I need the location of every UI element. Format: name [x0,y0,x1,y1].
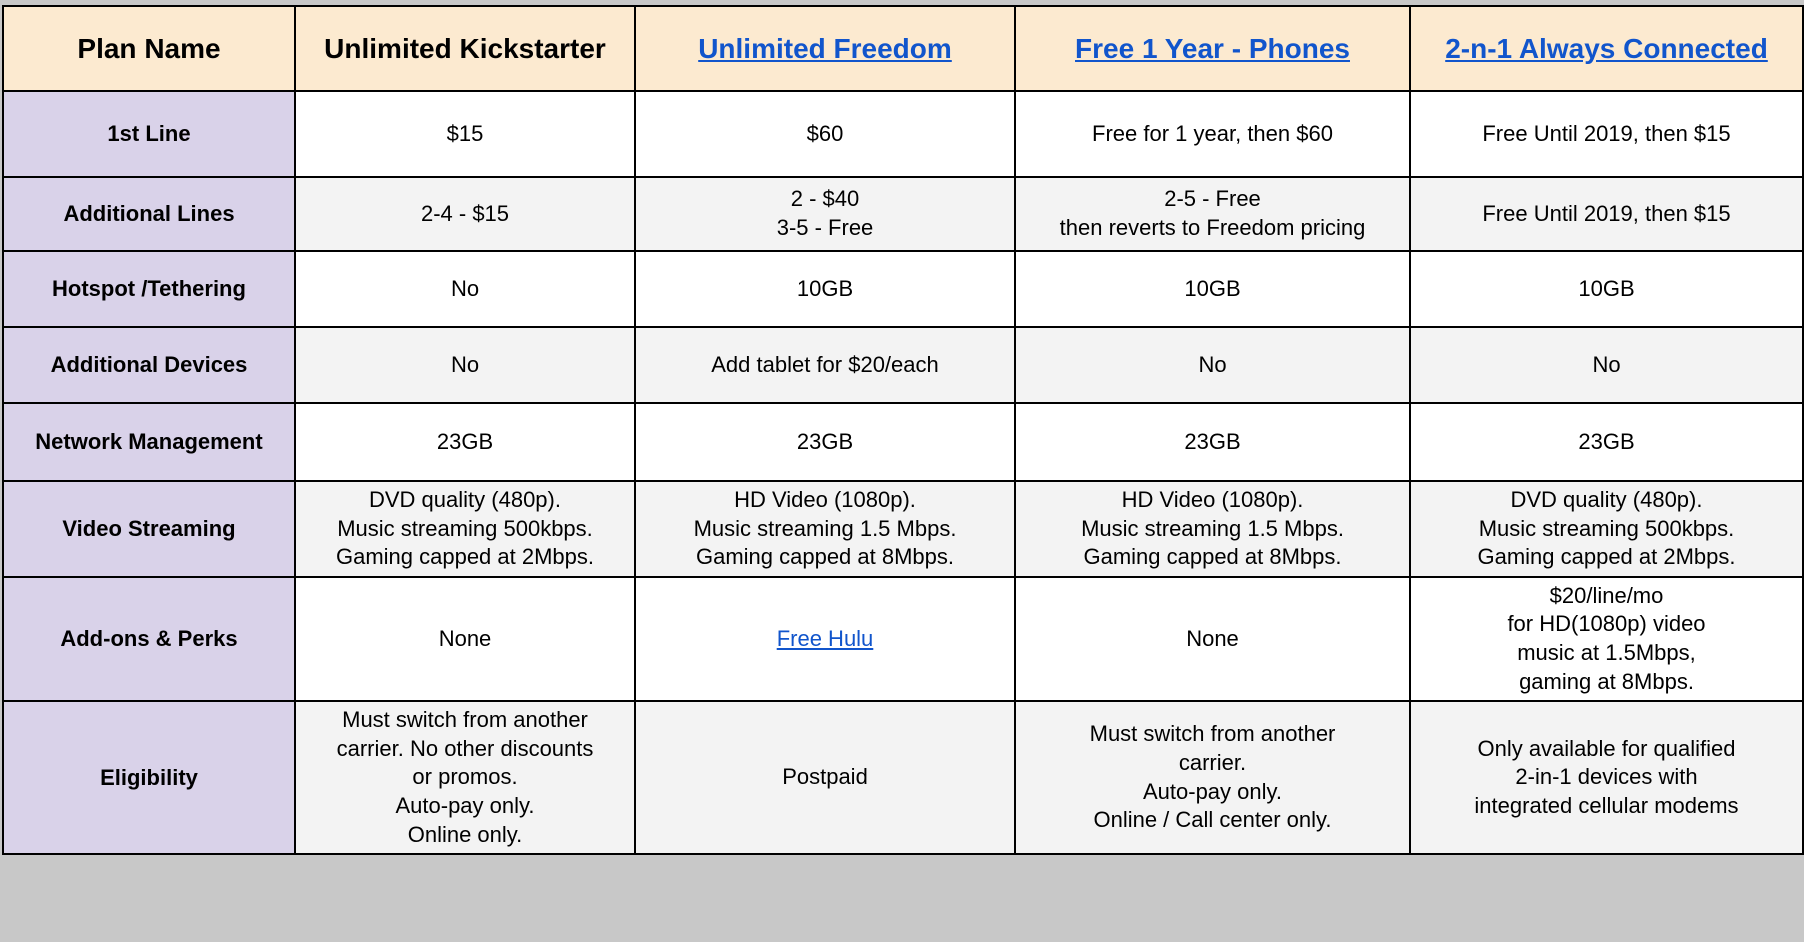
header-plan-name: Plan Name [2,5,296,92]
table-row: Network Management 23GB 23GB 23GB 23GB [2,402,1804,482]
cell-additional-devices-2n1: No [1409,326,1804,404]
cell-hotspot-2n1: 10GB [1409,250,1804,328]
cell-additional-lines-kickstarter: 2-4 - $15 [294,176,636,252]
cell-1st-line-free1year: Free for 1 year, then $60 [1014,90,1411,178]
cell-additional-lines-2n1: Free Until 2019, then $15 [1409,176,1804,252]
cell-additional-lines-free1year: 2-5 - Free then reverts to Freedom prici… [1014,176,1411,252]
free-hulu-link[interactable]: Free Hulu [777,626,874,651]
table-row: Hotspot /Tethering No 10GB 10GB 10GB [2,250,1804,328]
cell-network-2n1: 23GB [1409,402,1804,482]
cell-video-2n1: DVD quality (480p). Music streaming 500k… [1409,480,1804,578]
row-label-network-management: Network Management [2,402,296,482]
cell-hotspot-free1year: 10GB [1014,250,1411,328]
row-label-hotspot-tethering: Hotspot /Tethering [2,250,296,328]
header-plan-1: Unlimited Kickstarter [294,5,636,92]
cell-network-free1year: 23GB [1014,402,1411,482]
cell-addons-free1year: None [1014,575,1411,703]
header-row: Plan Name Unlimited Kickstarter Unlimite… [2,5,1804,92]
row-label-additional-lines: Additional Lines [2,176,296,252]
row-label-1st-line: 1st Line [2,90,296,178]
header-plan-3-link[interactable]: Free 1 Year - Phones [1014,5,1411,92]
row-label-video-streaming: Video Streaming [2,480,296,578]
table-body: 1st Line $15 $60 Free for 1 year, then $… [2,90,1804,856]
spreadsheet-canvas: Plan Name Unlimited Kickstarter Unlimite… [0,0,1804,942]
cell-eligibility-2n1: Only available for qualified 2-in-1 devi… [1409,700,1804,856]
cell-addons-kickstarter: None [294,575,636,703]
cell-hotspot-kickstarter: No [294,250,636,328]
cell-network-kickstarter: 23GB [294,402,636,482]
cell-video-free1year: HD Video (1080p). Music streaming 1.5 Mb… [1014,480,1411,578]
row-label-addons-perks: Add-ons & Perks [2,575,296,703]
row-label-eligibility: Eligibility [2,700,296,856]
plan-comparison-table: Plan Name Unlimited Kickstarter Unlimite… [2,5,1804,856]
table-row: Add-ons & Perks None Free Hulu None $20/… [2,575,1804,703]
table-row: Eligibility Must switch from another car… [2,700,1804,856]
cell-additional-devices-free1year: No [1014,326,1411,404]
table-header: Plan Name Unlimited Kickstarter Unlimite… [2,5,1804,92]
row-label-additional-devices: Additional Devices [2,326,296,404]
cell-eligibility-kickstarter: Must switch from another carrier. No oth… [294,700,636,856]
table-row: Additional Devices No Add tablet for $20… [2,326,1804,404]
header-plan-2-link[interactable]: Unlimited Freedom [634,5,1016,92]
cell-1st-line-2n1: Free Until 2019, then $15 [1409,90,1804,178]
table-row: Additional Lines 2-4 - $15 2 - $40 3-5 -… [2,176,1804,252]
cell-1st-line-kickstarter: $15 [294,90,636,178]
cell-eligibility-freedom: Postpaid [634,700,1016,856]
cell-addons-2n1: $20/line/mo for HD(1080p) video music at… [1409,575,1804,703]
cell-eligibility-free1year: Must switch from another carrier. Auto-p… [1014,700,1411,856]
cell-1st-line-freedom: $60 [634,90,1016,178]
cell-additional-devices-kickstarter: No [294,326,636,404]
header-plan-4-link[interactable]: 2-n-1 Always Connected [1409,5,1804,92]
cell-video-freedom: HD Video (1080p). Music streaming 1.5 Mb… [634,480,1016,578]
cell-hotspot-freedom: 10GB [634,250,1016,328]
cell-additional-devices-freedom: Add tablet for $20/each [634,326,1016,404]
cell-additional-lines-freedom: 2 - $40 3-5 - Free [634,176,1016,252]
cell-addons-freedom: Free Hulu [634,575,1016,703]
table-row: Video Streaming DVD quality (480p). Musi… [2,480,1804,578]
cell-network-freedom: 23GB [634,402,1016,482]
table-row: 1st Line $15 $60 Free for 1 year, then $… [2,90,1804,178]
cell-video-kickstarter: DVD quality (480p). Music streaming 500k… [294,480,636,578]
